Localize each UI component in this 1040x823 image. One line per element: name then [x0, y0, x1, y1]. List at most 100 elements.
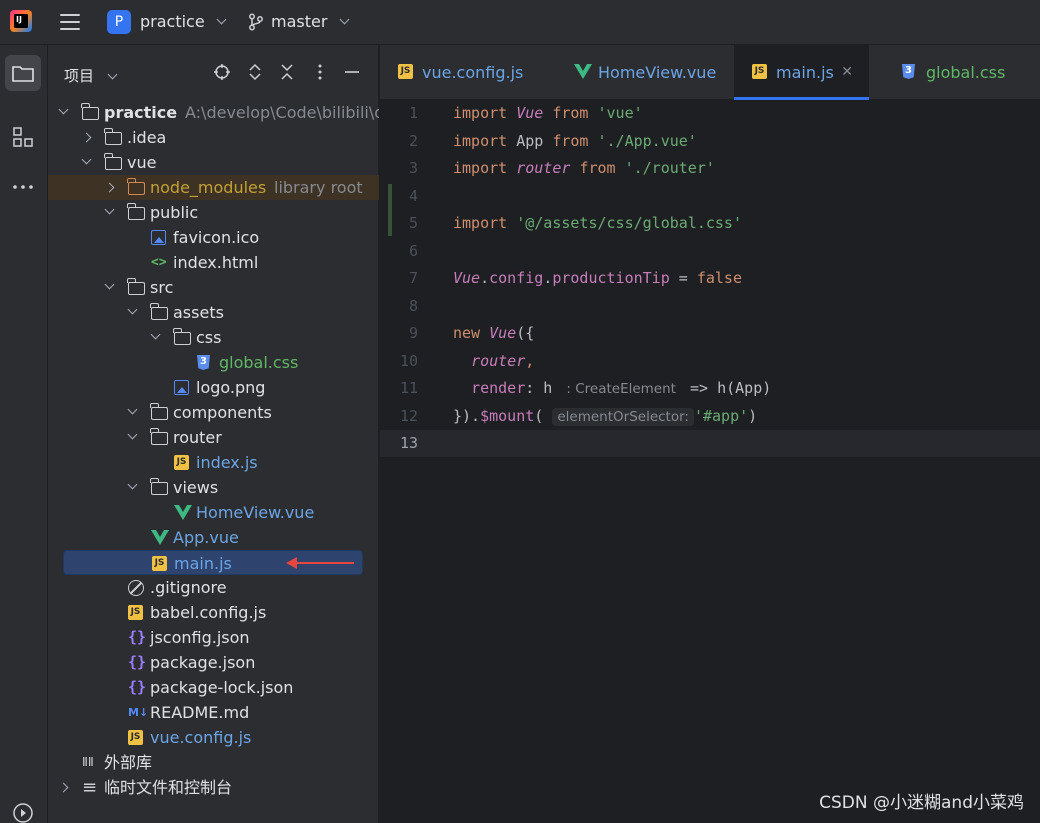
tree-item-label: src: [150, 278, 174, 297]
main-menu-icon[interactable]: [60, 14, 80, 30]
branch-switcher[interactable]: master: [271, 12, 349, 31]
tree-item[interactable]: {} package.json: [48, 650, 379, 675]
more-options-icon[interactable]: [311, 63, 329, 81]
project-switcher[interactable]: practice: [140, 12, 227, 31]
tree-item-label: HomeView.vue: [196, 503, 315, 522]
structure-icon: [13, 127, 33, 147]
tree-item[interactable]: node_modules library root: [48, 175, 379, 200]
tree-item[interactable]: <> index.html: [48, 250, 379, 275]
tab-label: vue.config.js: [422, 63, 524, 82]
tree-item[interactable]: src: [48, 275, 379, 300]
locate-icon[interactable]: [213, 63, 231, 81]
line-gutter: 1 2 3 4 5 6 7 8 9 10 11 12 13: [380, 100, 440, 823]
tree-item[interactable]: M↓ README.md: [48, 700, 379, 725]
css-file-icon: 3: [197, 355, 210, 370]
tree-item[interactable]: public: [48, 200, 379, 225]
tree-item[interactable]: css: [48, 325, 379, 350]
line-number: 8: [408, 296, 418, 315]
chevron-down-icon[interactable]: [104, 204, 115, 215]
chevron-down-icon[interactable]: [81, 154, 92, 165]
tree-item[interactable]: components: [48, 400, 379, 425]
structure-tool-button[interactable]: [5, 119, 41, 155]
tree-item[interactable]: .idea: [48, 125, 379, 150]
editor-tab[interactable]: HomeView.vue: [570, 45, 740, 100]
tab-label: HomeView.vue: [598, 63, 717, 82]
tree-item[interactable]: JS vue.config.js: [48, 725, 379, 750]
tree-item[interactable]: JS babel.config.js: [48, 600, 379, 625]
javascript-file-icon: JS: [174, 455, 189, 470]
folder-icon: [104, 128, 122, 145]
html-file-icon: <>: [151, 255, 167, 270]
chevron-down-icon[interactable]: [127, 404, 138, 415]
folder-icon: [12, 66, 34, 82]
tree-item-label: package.json: [150, 653, 256, 672]
tree-item[interactable]: views: [48, 475, 379, 500]
tree-item[interactable]: assets: [48, 300, 379, 325]
line-number: 5: [408, 214, 418, 232]
code-line-9: new Vue({: [453, 324, 535, 342]
code-editor[interactable]: 1 2 3 4 5 6 7 8 9 10 11 12 13 import Vue from 'vue' …: [380, 100, 1040, 823]
tree-item-label: node_modules: [150, 178, 267, 197]
project-view-selector[interactable]: 项目: [64, 65, 118, 86]
tree-item[interactable]: HomeView.vue: [48, 500, 379, 525]
tree-item[interactable]: ⅡⅡ 外部库: [48, 750, 379, 775]
chevron-right-icon[interactable]: [104, 182, 115, 193]
collapse-all-icon[interactable]: [278, 63, 296, 81]
chevron-down-icon[interactable]: [150, 329, 161, 340]
editor-tab[interactable]: 3 global.css: [898, 45, 1038, 100]
hide-panel-icon[interactable]: [343, 63, 361, 81]
git-branch-icon: [249, 13, 263, 31]
tree-item-label: index.js: [196, 453, 258, 472]
tree-item[interactable]: {} jsconfig.json: [48, 625, 379, 650]
library-folder-icon: [127, 178, 145, 195]
tree-item-label: jsconfig.json: [150, 628, 250, 647]
tree-item[interactable]: logo.png: [48, 375, 379, 400]
folder-icon: [127, 278, 145, 295]
tree-item[interactable]: {} package-lock.json: [48, 675, 379, 700]
tree-item[interactable]: JS index.js: [48, 450, 379, 475]
tree-item[interactable]: ≡ 临时文件和控制台: [48, 775, 379, 800]
markdown-file-icon: M↓: [128, 706, 149, 719]
vue-file-icon: [151, 530, 169, 545]
tree-item[interactable]: favicon.ico: [48, 225, 379, 250]
tree-item-label: README.md: [150, 703, 250, 722]
tree-item[interactable]: App.vue: [48, 525, 379, 550]
tree-item[interactable]: practice A:\develop\Code\bilibili\qi: [48, 100, 379, 125]
tab-label: main.js: [776, 63, 834, 82]
project-badge[interactable]: P: [107, 10, 131, 34]
chevron-down-icon[interactable]: [127, 429, 138, 440]
code-line-2: import App from './App.vue': [453, 131, 697, 150]
branch-name: master: [271, 12, 328, 31]
chevron-down-icon: [107, 69, 118, 80]
chevron-down-icon[interactable]: [127, 479, 138, 490]
more-tools-button[interactable]: [5, 169, 41, 205]
line-number: 9: [408, 324, 418, 342]
code-line-12: }).$mount( elementOrSelector: '#app'): [453, 406, 758, 426]
tree-item[interactable]: vue: [48, 150, 379, 175]
editor-tab[interactable]: JS main.js ✕: [734, 45, 869, 100]
chevron-down-icon[interactable]: [58, 104, 69, 115]
project-tool-button[interactable]: [5, 55, 41, 91]
javascript-file-icon: JS: [128, 605, 143, 620]
app-logo-icon[interactable]: IJ: [10, 10, 32, 32]
tree-item-label: components: [173, 403, 272, 422]
line-number: 13: [399, 434, 418, 452]
chevron-down-icon[interactable]: [127, 304, 138, 315]
editor-tab[interactable]: JS vue.config.js: [394, 45, 564, 100]
expand-all-icon[interactable]: [246, 63, 264, 81]
close-tab-icon[interactable]: ✕: [841, 45, 853, 100]
line-number: 12: [399, 406, 418, 425]
chevron-down-icon[interactable]: [104, 279, 115, 290]
services-tool-button[interactable]: [5, 795, 41, 823]
code-line-5: import '@/assets/css/global.css': [453, 214, 742, 232]
tree-item[interactable]: .gitignore: [48, 575, 379, 600]
chevron-right-icon[interactable]: [58, 782, 69, 793]
tree-item[interactable]: 3 global.css: [48, 350, 379, 375]
tree-item[interactable]: router: [48, 425, 379, 450]
gitignore-file-icon: [128, 580, 144, 596]
chevron-right-icon[interactable]: [81, 132, 92, 143]
tree-item-label: vue: [127, 153, 157, 172]
javascript-file-icon: JS: [128, 730, 143, 745]
line-number: 7: [408, 269, 418, 287]
panel-title: 项目: [64, 67, 95, 85]
